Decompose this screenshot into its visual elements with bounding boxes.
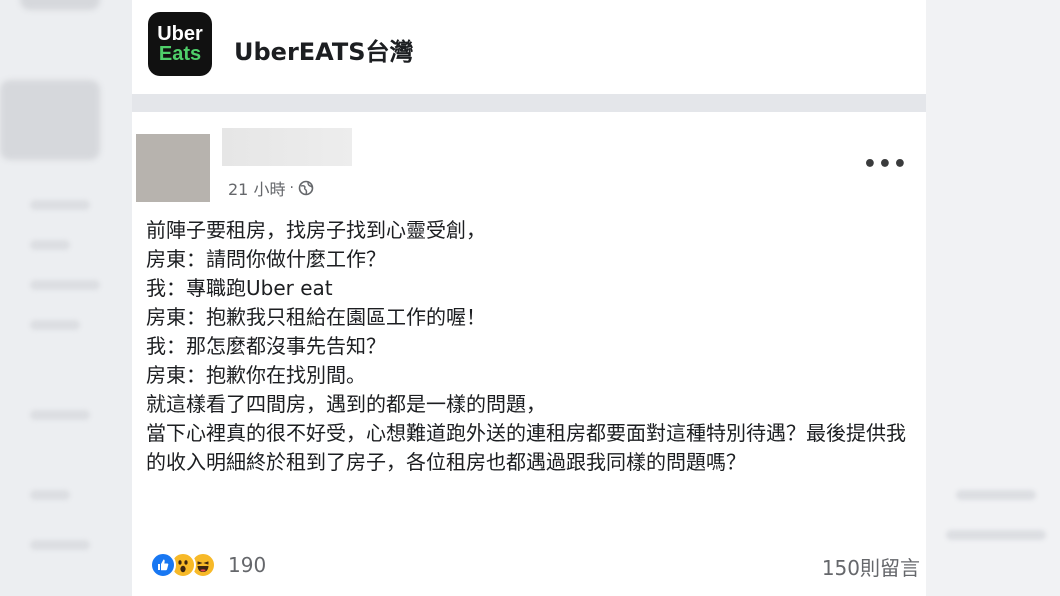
- comments-count-link[interactable]: 150則留言: [822, 552, 920, 581]
- meta-separator: ·: [289, 180, 294, 196]
- group-name-link[interactable]: UberEATS台灣: [234, 32, 414, 67]
- post-line: 房東：抱歉你在找別間。: [146, 363, 366, 387]
- reaction-count: 190: [228, 553, 267, 577]
- reaction-summary[interactable]: 190: [150, 552, 266, 578]
- logo-text-uber: Uber: [157, 23, 203, 45]
- post-line: 就這樣看了四間房，遇到的都是一樣的問題，: [146, 392, 546, 416]
- author-avatar[interactable]: [136, 134, 210, 202]
- post-text: 前陣子要租房，找房子找到心靈受創， 房東：請問你做什麼工作？ 我：專職跑Uber…: [146, 216, 922, 477]
- post-timestamp[interactable]: 21 小時: [228, 176, 285, 200]
- post-card: 21 小時 · ••• 前陣子要租房，找房子找到心靈受創， 房東：請問你做什麼工…: [132, 112, 926, 596]
- post-line: 房東：抱歉我只租給在園區工作的喔！: [146, 305, 486, 329]
- post-meta: 21 小時 ·: [228, 176, 314, 200]
- header-divider: [132, 94, 926, 112]
- right-background: [926, 0, 1060, 596]
- group-logo[interactable]: Uber Eats: [148, 12, 212, 76]
- author-name-redacted[interactable]: [222, 128, 352, 166]
- post-line: 房東：請問你做什麼工作？: [146, 247, 386, 271]
- more-options-icon[interactable]: •••: [863, 152, 908, 177]
- globe-icon: [298, 180, 314, 196]
- post-line: 前陣子要租房，找房子找到心靈受創，: [146, 218, 486, 242]
- post-line: 我：專職跑Uber eat: [146, 276, 333, 300]
- like-icon: [150, 552, 176, 578]
- post-line: 當下心裡真的很不好受，心想難道跑外送的連租房都要面對這種特別待遇？最後提供我的收…: [146, 421, 906, 474]
- post-line: 我：那怎麼都沒事先告知？: [146, 334, 386, 358]
- group-header: Uber Eats UberEATS台灣: [132, 0, 926, 94]
- logo-text-eats: Eats: [158, 43, 202, 65]
